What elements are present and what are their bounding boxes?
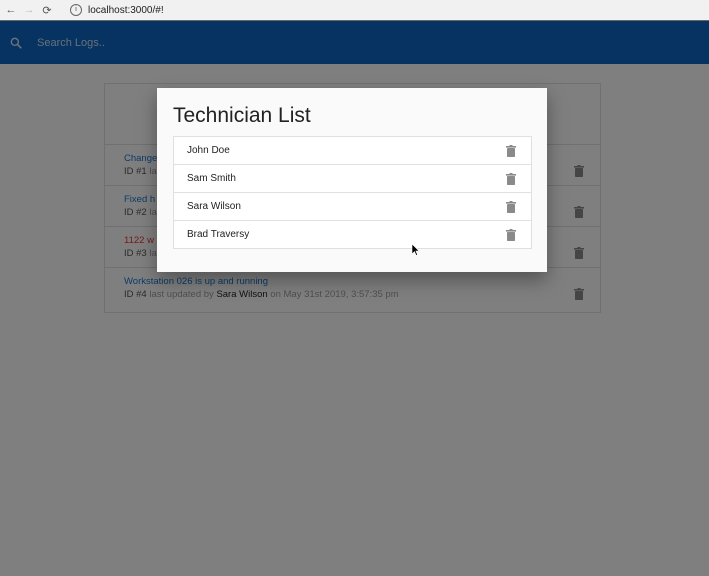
info-icon[interactable]: i bbox=[70, 4, 82, 16]
tech-list: John Doe Sam Smith Sara Wilson Brad Trav… bbox=[173, 136, 532, 249]
tech-name: John Doe bbox=[187, 145, 230, 156]
forward-icon[interactable]: → bbox=[22, 4, 36, 16]
tech-item: John Doe bbox=[174, 137, 531, 165]
browser-toolbar: ← → ⟳ i localhost:3000/#! bbox=[0, 0, 709, 21]
trash-icon[interactable] bbox=[506, 229, 516, 241]
modal-title: Technician List bbox=[173, 104, 311, 127]
tech-name: Brad Traversy bbox=[187, 229, 250, 240]
trash-icon[interactable] bbox=[506, 173, 516, 185]
tech-item: Sara Wilson bbox=[174, 193, 531, 221]
tech-name: Sam Smith bbox=[187, 173, 236, 184]
tech-item: Sam Smith bbox=[174, 165, 531, 193]
tech-item: Brad Traversy bbox=[174, 221, 531, 248]
reload-icon[interactable]: ⟳ bbox=[40, 4, 54, 17]
tech-list-modal: Technician List John Doe Sam Smith Sara … bbox=[157, 88, 547, 272]
address-bar[interactable]: localhost:3000/#! bbox=[88, 5, 164, 16]
trash-icon[interactable] bbox=[506, 145, 516, 157]
tech-name: Sara Wilson bbox=[187, 201, 241, 212]
trash-icon[interactable] bbox=[506, 201, 516, 213]
back-icon[interactable]: ← bbox=[4, 4, 18, 16]
mouse-cursor-icon bbox=[412, 244, 420, 256]
